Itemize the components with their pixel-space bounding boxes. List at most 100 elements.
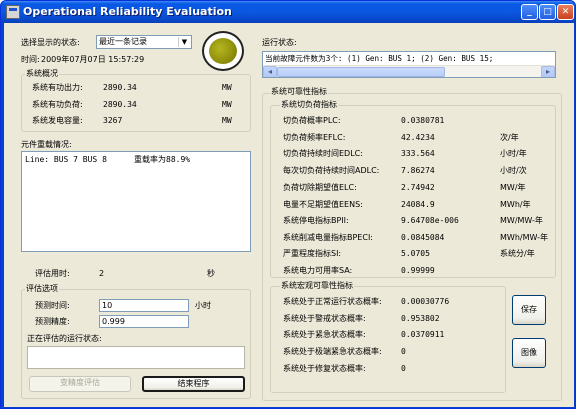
precision-input[interactable]: 0.999 <box>99 315 189 328</box>
load-index-unit: 小时/年 <box>500 149 527 158</box>
close-button[interactable]: ✕ <box>557 4 574 20</box>
output-label: 系统有功出力: <box>32 83 83 92</box>
load-index-label: 切负荷持续时间EDLC: <box>283 149 363 158</box>
load-index-label: 负荷切除期望值ELC: <box>283 183 357 192</box>
select-state-label: 选择显示的状态: <box>21 38 80 47</box>
state-select[interactable]: 最近一条记录 ▼ <box>96 35 192 49</box>
horizontal-scrollbar[interactable]: ◂ ▸ <box>263 65 555 77</box>
running-state-box <box>27 346 245 369</box>
status-indicator <box>202 31 244 71</box>
macro-index-label: 系统处于正常运行状态概率: <box>283 297 382 306</box>
overview-title: 系统概况 <box>25 69 59 79</box>
scroll-left-button[interactable]: ◂ <box>263 66 277 77</box>
capacity-unit: MW <box>222 116 232 125</box>
element-line-text: Line: BUS 7 BUS 8 <box>25 155 107 164</box>
load-index-label: 每次切负荷持续时间ADLC: <box>283 166 380 175</box>
load-index-value: 0.0380781 <box>401 116 445 125</box>
load-index-label: 切负荷概率PLC: <box>283 116 341 125</box>
title-bar[interactable]: Operational Reliability Evaluation _ □ ✕ <box>1 1 575 23</box>
element-overload-rate: 重载率为88.9% <box>134 155 191 164</box>
predict-time-unit: 小时 <box>195 301 211 310</box>
load-value: 2890.34 <box>103 100 137 109</box>
save-button[interactable]: 保存 <box>512 295 546 325</box>
time-value: 2009年07月07日 15:57:29 <box>41 55 145 64</box>
load-index-label: 系统电力可用率SA: <box>283 266 353 275</box>
load-label: 系统有功负荷: <box>32 100 83 109</box>
load-index-value: 9.64708e-006 <box>401 216 459 225</box>
eval-time-unit: 秒 <box>207 269 215 278</box>
load-index-unit: 次/年 <box>500 133 519 142</box>
minimize-button[interactable]: _ <box>521 4 538 20</box>
options-title: 评估选项 <box>25 284 59 294</box>
load-index-value: 0.0845084 <box>401 233 445 242</box>
chevron-left-icon: ◂ <box>268 67 273 76</box>
load-index-value: 42.4234 <box>401 133 435 142</box>
macro-index-label: 系统处于修复状态概率: <box>283 364 366 373</box>
predict-time-input[interactable]: 10 <box>99 299 189 312</box>
load-unit: MW <box>222 100 232 109</box>
close-icon: ✕ <box>561 7 570 17</box>
run-state-text: 当前故障元件数为3个: (1) Gen: BUS 1; (2) Gen: BUS… <box>265 54 494 63</box>
maximize-button[interactable]: □ <box>539 4 556 20</box>
element-overload-box[interactable]: Line: BUS 7 BUS 8 重载率为88.9% <box>21 151 251 252</box>
exit-program-button[interactable]: 结束程序 <box>142 376 245 392</box>
load-index-unit: MW/年 <box>500 183 526 192</box>
run-state-label: 运行状态: <box>262 38 297 47</box>
main-window: Operational Reliability Evaluation _ □ ✕… <box>0 0 576 409</box>
predict-time-label: 预测时间: <box>35 301 70 310</box>
precision-value: 0.999 <box>102 317 125 326</box>
load-index-value: 5.0705 <box>401 249 430 258</box>
eval-time-label: 评估用时: <box>35 269 70 278</box>
run-state-box[interactable]: 当前故障元件数为3个: (1) Gen: BUS 1; (2) Gen: BUS… <box>262 51 556 78</box>
running-state-label: 正在评估的运行状态: <box>27 334 102 343</box>
client-area: 选择显示的状态: 最近一条记录 ▼ 时间: 2009年07月07日 15:57:… <box>4 23 574 407</box>
load-index-value: 24084.9 <box>401 200 435 209</box>
scroll-thumb[interactable] <box>277 67 445 77</box>
minimize-icon: _ <box>527 7 532 17</box>
load-index-value: 333.564 <box>401 149 435 158</box>
macro-index-value: 0.953802 <box>401 314 440 323</box>
load-index-label: 切负荷频率EFLC: <box>283 133 346 142</box>
macro-index-value: 0 <box>401 364 406 373</box>
precision-label: 预测精度: <box>35 317 70 326</box>
output-value: 2890.34 <box>103 83 137 92</box>
macro-index-value: 0 <box>401 347 406 356</box>
load-index-unit: 系统分/年 <box>500 249 535 258</box>
load-index-label: 系统停电指标BPII: <box>283 216 349 225</box>
load-index-value: 0.99999 <box>401 266 435 275</box>
macro-index-value: 0.00030776 <box>401 297 450 306</box>
chevron-down-icon[interactable]: ▼ <box>178 37 190 47</box>
load-index-unit: 小时/次 <box>500 166 527 175</box>
load-shedding-title: 系统切负荷指标 <box>280 100 338 110</box>
capacity-value: 3267 <box>103 116 123 125</box>
macro-index-label: 系统处于紧急状态概率: <box>283 330 366 339</box>
window-title: Operational Reliability Evaluation <box>23 5 232 18</box>
output-unit: MW <box>222 83 232 92</box>
state-select-value: 最近一条记录 <box>99 37 147 46</box>
image-button[interactable]: 图像 <box>512 338 546 368</box>
app-icon <box>6 5 20 19</box>
load-index-unit: MW/MW-年 <box>500 216 543 225</box>
scroll-right-button[interactable]: ▸ <box>541 66 555 77</box>
change-precision-button[interactable]: 变精度评估 <box>29 376 131 392</box>
load-index-unit: MWh/MW-年 <box>500 233 548 242</box>
load-index-unit: MWh/年 <box>500 200 531 209</box>
load-index-label: 严重程度指标SI: <box>283 249 342 258</box>
reliability-title: 系统可靠性指标 <box>270 87 328 97</box>
load-index-value: 7.86274 <box>401 166 435 175</box>
macro-index-label: 系统处于警戒状态概率: <box>283 314 366 323</box>
load-index-value: 2.74942 <box>401 183 435 192</box>
predict-time-value: 10 <box>102 301 113 310</box>
time-label: 时间: <box>21 55 40 64</box>
load-index-label: 电量不足期望值EENS: <box>283 200 363 209</box>
macro-title: 系统宏观可靠性指标 <box>280 281 354 291</box>
maximize-icon: □ <box>543 7 552 17</box>
load-index-label: 系统削减电量指标BPECI: <box>283 233 374 242</box>
capacity-label: 系统发电容量: <box>32 116 83 125</box>
indicator-light-icon <box>209 38 237 64</box>
macro-index-label: 系统处于极端紧急状态概率: <box>283 347 382 356</box>
macro-index-value: 0.0370911 <box>401 330 445 339</box>
eval-time-value: 2 <box>99 269 105 278</box>
chevron-right-icon: ▸ <box>546 67 551 76</box>
element-overload-label: 元件重载情况: <box>21 140 72 149</box>
